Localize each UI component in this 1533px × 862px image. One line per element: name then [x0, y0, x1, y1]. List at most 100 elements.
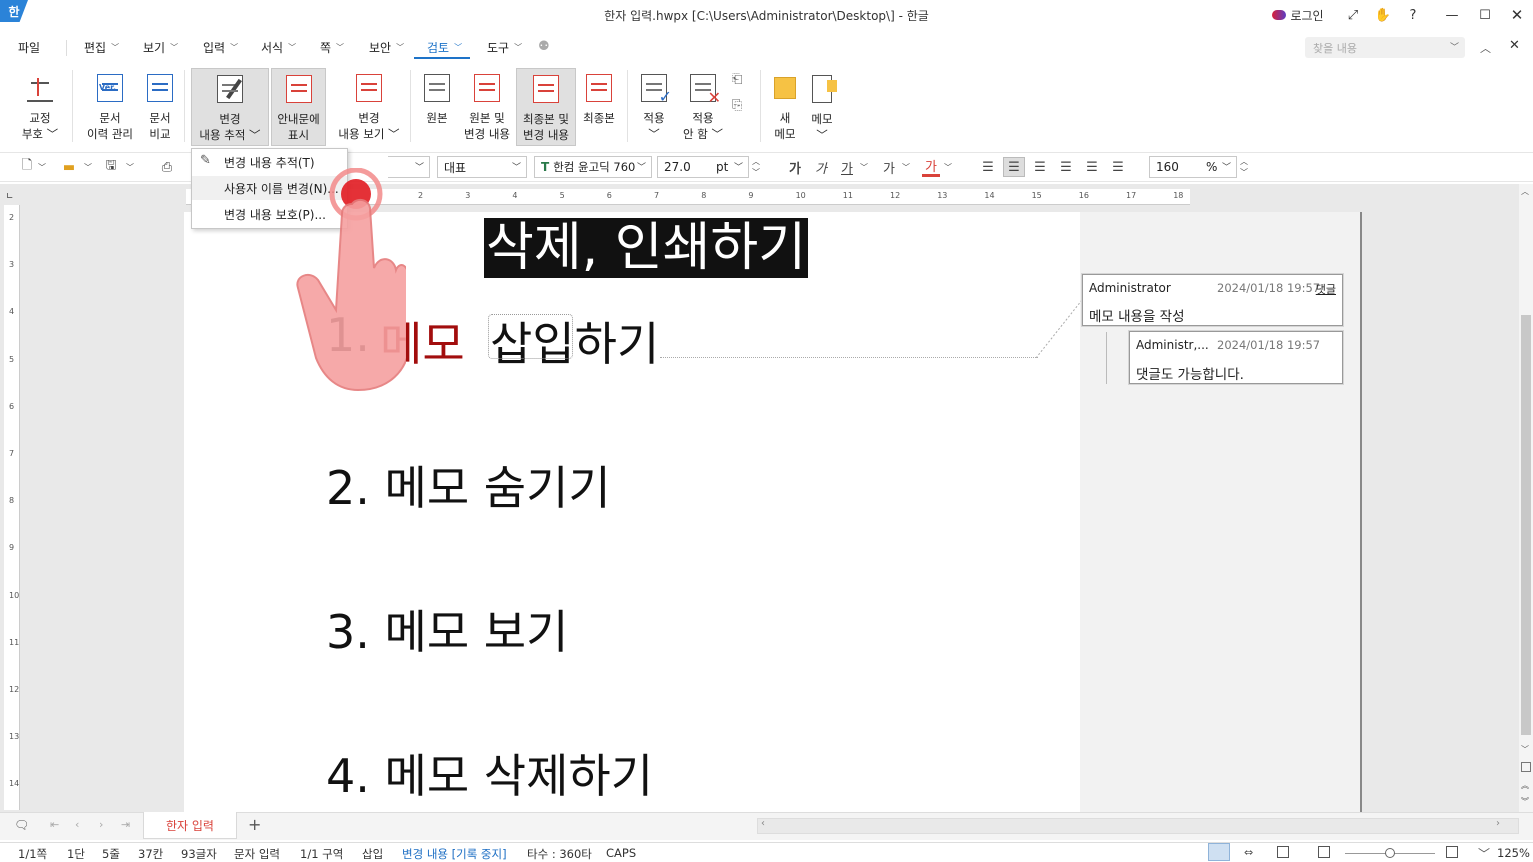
menu-security[interactable]: 보안 ﹀ — [369, 39, 404, 56]
next-page-icon[interactable]: ︾ — [1521, 796, 1529, 807]
new-doc-chevron-icon[interactable]: ﹀ — [36, 157, 48, 177]
track-changes-button[interactable]: 변경 내용 추적 ﹀ — [191, 68, 269, 146]
strike-chevron-icon[interactable]: ﹀ — [900, 157, 912, 177]
right-align-icon[interactable]: ☰ — [1056, 157, 1076, 177]
menu-view[interactable]: 보기 ﹀ — [143, 39, 178, 56]
memo-body[interactable]: 메모 내용을 작성 — [1089, 305, 1185, 325]
highlighted-title[interactable]: 삭제, 인쇄하기 — [484, 218, 809, 278]
font-color-button[interactable]: 가 — [922, 157, 940, 177]
menu-tools[interactable]: 도구 ﹀ — [487, 39, 522, 56]
scroll-up-icon[interactable]: ︿ — [1521, 186, 1529, 197]
menu-page[interactable]: 쪽 ﹀ — [320, 39, 344, 56]
menu-file[interactable]: 파일 — [18, 39, 40, 56]
memo-card[interactable]: Administrator 2024/01/18 19:57 댓글 메모 내용을… — [1082, 274, 1343, 326]
reject-button[interactable]: ✕ 적용 안 함 ﹀ — [682, 68, 724, 146]
status-page[interactable]: 1/1쪽 — [18, 846, 47, 862]
memo-reply-link[interactable]: 댓글 — [1316, 281, 1336, 297]
expand-icon[interactable]: ⤢ — [1343, 5, 1363, 25]
menu-insert[interactable]: 입력 ﹀ — [203, 39, 238, 56]
next-tab-icon[interactable]: › — [99, 818, 103, 831]
save-chevron-icon[interactable]: ﹀ — [124, 157, 136, 177]
new-memo-button[interactable]: 새 메모 — [768, 68, 802, 146]
minimize-icon[interactable]: — — [1442, 5, 1462, 25]
menu-review[interactable]: 검토 ﹀ — [427, 39, 462, 56]
collapse-ribbon-icon[interactable]: ︿ — [1480, 40, 1491, 56]
line-spacing-stepper[interactable]: ︿ ﹀ — [1238, 157, 1250, 177]
prev-tab-icon[interactable]: ‹ — [75, 818, 79, 831]
speech-bubble-icon[interactable]: 🗨 — [14, 818, 29, 832]
next-change-icon[interactable]: ⎘ — [732, 98, 750, 114]
list-item-4[interactable]: 4. 메모 삭제하기 — [326, 740, 653, 806]
font-color-chevron-icon[interactable]: ﹀ — [942, 157, 954, 177]
view-normal-icon[interactable] — [1208, 843, 1230, 861]
scroll-right-icon[interactable]: › — [1496, 818, 1500, 829]
doc-compare-button[interactable]: 문서 비교 — [142, 68, 178, 146]
status-track-changes[interactable]: 변경 내용 [기록 중지] — [402, 846, 507, 862]
italic-button[interactable]: 가 — [812, 157, 830, 177]
login-button[interactable]: 로그인 — [1268, 5, 1328, 25]
prev-page-icon[interactable]: ︽ — [1521, 780, 1529, 791]
zoom-fit-icon[interactable] — [1446, 846, 1458, 858]
help-icon[interactable]: ? — [1403, 5, 1423, 25]
status-insert[interactable]: 삽입 — [362, 846, 383, 862]
new-doc-icon[interactable]: 🗋 — [18, 157, 36, 177]
zoom-dropdown-icon[interactable]: ﹀ — [1478, 845, 1490, 862]
view-fit-width-icon[interactable]: ⇔ — [1244, 846, 1253, 859]
font-size-stepper[interactable]: ︿ ﹀ — [750, 157, 762, 177]
save-icon[interactable]: 🖫 — [102, 157, 120, 177]
add-tab-button[interactable]: + — [248, 815, 261, 834]
view-multi-page-icon[interactable] — [1318, 846, 1330, 858]
original-and-changes-button[interactable]: 원본 및 변경 내용 — [460, 68, 514, 146]
first-tab-icon[interactable]: ⇤ — [50, 818, 59, 831]
hand-icon[interactable]: ✋ — [1373, 5, 1393, 25]
previous-change-icon[interactable]: ⎗ — [732, 72, 750, 88]
final-button[interactable]: 최종본 — [578, 68, 620, 146]
divide-align-icon[interactable]: ☰ — [1108, 157, 1128, 177]
justify-align-icon[interactable]: ☰ — [978, 157, 998, 177]
ruler-corner-icon[interactable]: ∟ — [6, 192, 18, 202]
open-folder-icon[interactable]: ▬ — [60, 157, 78, 177]
show-in-notice-button[interactable]: 안내문에 표시 — [271, 68, 326, 146]
bold-button[interactable]: 가 — [786, 157, 804, 177]
scroll-down-icon[interactable]: ﹀ — [1521, 744, 1529, 755]
open-chevron-icon[interactable]: ﹀ — [82, 157, 94, 177]
underline-button[interactable]: 가 — [838, 157, 856, 177]
distribute-align-icon[interactable]: ☰ — [1082, 157, 1102, 177]
font-select[interactable]: T 한컴 윤고딕 760 ﹀ — [534, 156, 652, 178]
close-icon[interactable]: ✕ — [1507, 5, 1527, 25]
vertical-scroll-thumb[interactable] — [1521, 315, 1531, 735]
scroll-left-icon[interactable]: ‹ — [761, 818, 765, 829]
menu-edit[interactable]: 편집 ﹀ — [84, 39, 119, 56]
people-icon[interactable]: ⚉ — [538, 39, 554, 55]
status-zoom[interactable]: 125% — [1497, 846, 1530, 860]
original-button[interactable]: 원본 — [418, 68, 456, 146]
proofreading-marks-button[interactable]: 교정 부호 ﹀ — [18, 68, 62, 146]
memo-button[interactable]: 메모 ﹀ — [806, 68, 838, 146]
final-and-changes-button[interactable]: 최종본 및 변경 내용 — [516, 68, 576, 146]
print-icon[interactable]: ⎙ — [158, 157, 176, 177]
underline-chevron-icon[interactable]: ﹀ — [858, 157, 870, 177]
view-changes-button[interactable]: 변경 내용 보기 ﹀ — [336, 68, 402, 146]
last-tab-icon[interactable]: ⇥ — [121, 818, 130, 831]
zoom-slider-thumb[interactable] — [1385, 848, 1395, 858]
list-item-2[interactable]: 2. 메모 숨기기 — [326, 452, 611, 518]
status-mode[interactable]: 문자 입력 — [234, 846, 280, 862]
style-select[interactable]: 대표 ﹀ — [437, 156, 527, 178]
view-page-icon[interactable] — [1277, 846, 1289, 858]
page-view-icon[interactable] — [1521, 762, 1531, 772]
strikethrough-button[interactable]: 가 — [880, 157, 898, 177]
center-align-icon[interactable]: ☰ — [1030, 157, 1050, 177]
horizontal-scrollbar[interactable] — [757, 818, 1519, 834]
font-size-select[interactable]: 27.0 pt ﹀ — [657, 156, 749, 178]
doc-history-button[interactable]: Ver. 문서 이력 관리 — [84, 68, 136, 146]
memo-reply-card[interactable]: Administr,... 2024/01/18 19:57 댓글도 가능합니다… — [1129, 331, 1343, 384]
close-doc-icon[interactable]: ✕ — [1509, 38, 1520, 53]
apply-button[interactable]: ✓ 적용 ﹀ — [634, 68, 674, 146]
list-item-3[interactable]: 3. 메모 보기 — [326, 596, 568, 662]
find-input[interactable]: 찾을 내용 ﹀ — [1305, 37, 1465, 58]
menu-format[interactable]: 서식 ﹀ — [261, 39, 296, 56]
tab-document[interactable]: 한자 입력 — [143, 812, 237, 839]
left-align-icon[interactable]: ☰ — [1003, 157, 1025, 177]
memo-body[interactable]: 댓글도 가능합니다. — [1136, 363, 1244, 383]
maximize-icon[interactable]: ☐ — [1475, 5, 1495, 25]
